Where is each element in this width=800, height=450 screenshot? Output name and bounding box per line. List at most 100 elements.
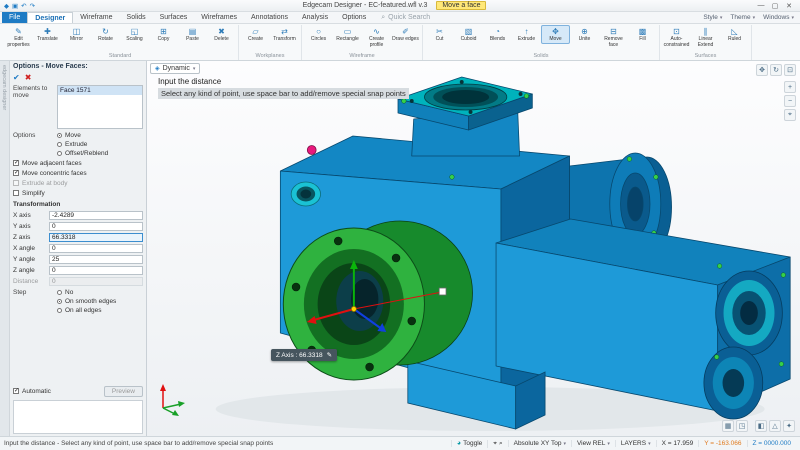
quick-search[interactable]: ⌕ Quick Search	[373, 12, 438, 23]
fit-view-icon[interactable]: ⊡	[784, 64, 796, 76]
drag-handle[interactable]	[438, 287, 447, 296]
workplane-icon[interactable]: ◳	[736, 420, 748, 432]
zoom-in-icon[interactable]: +	[784, 81, 796, 93]
tab-annotations[interactable]: Annotations	[244, 12, 295, 23]
step-radio[interactable]: No	[57, 289, 143, 296]
zoom-window-icon[interactable]: ⌖	[784, 109, 796, 121]
edit-value-icon[interactable]: ✎	[327, 351, 332, 359]
step-radio[interactable]: On smooth edges	[57, 298, 143, 305]
create-workplane-button[interactable]: ▱ Create	[241, 25, 270, 44]
mirror-button[interactable]: ◫ Mirror	[62, 25, 91, 44]
model-canvas[interactable]	[147, 61, 800, 436]
tab-file[interactable]: File	[2, 12, 28, 23]
copy-button[interactable]: ⊞ Copy	[149, 25, 178, 44]
toggle-control[interactable]: ◕ Toggle	[450, 440, 487, 447]
option-checkbox[interactable]: Extrude at body	[13, 180, 143, 187]
confirm-button[interactable]: ✔	[13, 73, 20, 82]
measure-icon[interactable]: △	[769, 420, 781, 432]
minimize-button[interactable]: —	[754, 2, 768, 10]
blends-button[interactable]: ◔ Blends	[483, 25, 512, 44]
view-mode-dropdown[interactable]: View REL ▾	[570, 440, 615, 447]
transform-field-input[interactable]	[49, 211, 143, 220]
windows-menu[interactable]: Windows ▾	[763, 14, 794, 21]
create-profile-button[interactable]: ∿ Create profile	[362, 25, 391, 50]
undo-icon[interactable]: ↶	[21, 2, 26, 10]
transform-field-input[interactable]	[49, 222, 143, 231]
tab-solids[interactable]: Solids	[120, 12, 153, 23]
option-checkbox[interactable]: Move concentric faces	[13, 170, 143, 177]
cut-button[interactable]: ✂ Cut	[425, 25, 454, 44]
draw-edges-button[interactable]: ✐ Draw edges	[391, 25, 420, 44]
cuboid-button[interactable]: ▧ Cuboid	[454, 25, 483, 44]
side-bore[interactable]	[290, 181, 321, 207]
tab-wireframes[interactable]: Wireframes	[194, 12, 244, 23]
radio-label: On all edges	[65, 307, 102, 314]
move-button[interactable]: ✥ Move	[541, 25, 570, 44]
transform-field-input[interactable]	[49, 255, 143, 264]
option-radio[interactable]: Extrude	[57, 141, 143, 148]
scaling-button[interactable]: ◱ Scaling	[120, 25, 149, 44]
linear-extend-button[interactable]: ∥ Linear Extend	[691, 25, 720, 50]
transform-field-input[interactable]	[49, 277, 143, 286]
y-coordinate: Y = -163.066	[698, 440, 746, 447]
edit-properties-button[interactable]: ✎ Edit properties	[4, 25, 33, 50]
zoom-out-icon[interactable]: −	[784, 95, 796, 107]
tab-designer[interactable]: Designer	[27, 12, 74, 23]
tab-surfaces[interactable]: Surfaces	[153, 12, 195, 23]
transform-field-row: Z angle	[13, 266, 143, 275]
transform-field-input[interactable]	[49, 244, 143, 253]
panel-dock-strip[interactable]: edgecam designer	[0, 61, 10, 436]
maximize-button[interactable]: ▢	[768, 2, 782, 10]
rotate-button[interactable]: ↻ Rotate	[91, 25, 120, 44]
remove-face-button[interactable]: ⊟ Remove face	[599, 25, 628, 50]
close-button[interactable]: ✕	[782, 2, 796, 10]
tab-analysis[interactable]: Analysis	[295, 12, 335, 23]
extrude-button[interactable]: ↑ Extrude	[512, 25, 541, 44]
tab-wireframe[interactable]: Wireframe	[73, 12, 119, 23]
translate-button[interactable]: ✚ Translate	[33, 25, 62, 44]
redo-icon[interactable]: ↷	[30, 2, 35, 10]
option-radio[interactable]: Move	[57, 132, 143, 139]
option-radio[interactable]: Offset/Reblend	[57, 150, 143, 157]
ruled-button[interactable]: ◺ Ruled	[720, 25, 749, 44]
theme-menu[interactable]: Theme ▾	[730, 14, 755, 21]
selected-point-marker[interactable]	[306, 145, 317, 155]
ribbon-group-workplanes: ▱ Create ⇄ Transform Workplanes	[239, 25, 302, 60]
list-item[interactable]: Face 1571	[58, 86, 142, 95]
snap-tools[interactable]: ⌖ ⌕	[487, 439, 507, 448]
circles-button[interactable]: ○ Circles	[304, 25, 333, 44]
fill-button[interactable]: ▩ Fill	[628, 25, 657, 44]
save-icon[interactable]: ▣	[12, 2, 18, 10]
rectangle-button[interactable]: ▭ Rectangle	[333, 25, 362, 44]
top-flange-bore[interactable]	[424, 83, 508, 111]
coordinate-mode-dropdown[interactable]: Absolute XY Top ▾	[507, 440, 571, 447]
grid-icon[interactable]: ▦	[722, 420, 734, 432]
auto-constrained-button[interactable]: ⊡ Auto-constrained	[662, 25, 691, 50]
paste-button[interactable]: ▤ Paste	[178, 25, 207, 44]
pan-icon[interactable]: ✥	[756, 64, 768, 76]
gizmo-origin[interactable]	[350, 305, 357, 312]
step-radio[interactable]: On all edges	[57, 307, 143, 314]
magnet-icon[interactable]: ⌕	[499, 440, 503, 448]
settings-icon[interactable]: ✦	[783, 420, 795, 432]
preview-button[interactable]: Preview	[103, 386, 143, 397]
layers-dropdown[interactable]: LAYERS ▾	[614, 440, 656, 447]
style-menu[interactable]: Style ▾	[703, 14, 722, 21]
option-checkbox[interactable]: Simplify	[13, 190, 143, 197]
cancel-button[interactable]: ✖	[25, 73, 32, 82]
elements-listbox[interactable]: Face 1571	[57, 85, 143, 129]
shaded-view-icon[interactable]: ◧	[755, 420, 767, 432]
tab-label: Wireframes	[201, 14, 238, 21]
dynamic-dropdown[interactable]: ◈ Dynamic ▾	[150, 63, 201, 74]
viewport[interactable]: ◈ Dynamic ▾ Input the distance Select an…	[147, 61, 800, 436]
target-icon[interactable]: ⌖	[493, 440, 497, 448]
option-checkbox[interactable]: Move adjacent faces	[13, 160, 143, 167]
transform-field-input[interactable]	[49, 266, 143, 275]
tab-options[interactable]: Options	[335, 12, 373, 23]
unite-button[interactable]: ⊕ Unite	[570, 25, 599, 44]
transform-field-input[interactable]	[49, 233, 143, 242]
orbit-icon[interactable]: ↻	[770, 64, 782, 76]
delete-button[interactable]: ✖ Delete	[207, 25, 236, 44]
automatic-checkbox[interactable]: Automatic	[13, 388, 51, 395]
transform-workplane-button[interactable]: ⇄ Transform	[270, 25, 299, 44]
